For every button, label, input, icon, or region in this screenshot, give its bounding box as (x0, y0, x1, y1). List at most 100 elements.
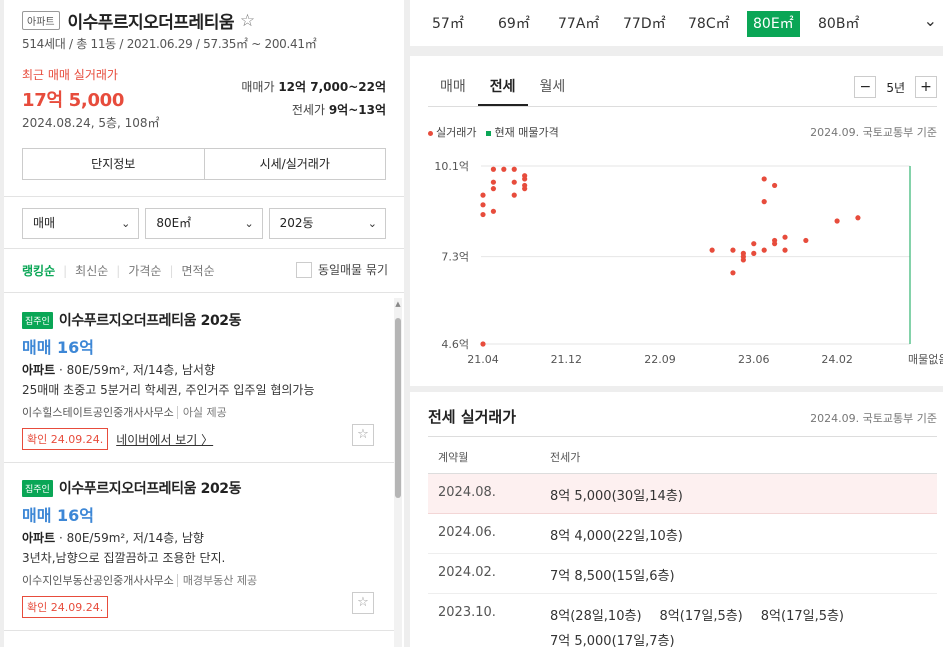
sort-latest[interactable]: 최신순 (75, 262, 108, 279)
listing-price: 매매 16억 (22, 506, 94, 525)
scroll-up-icon[interactable]: ▲ (394, 300, 402, 308)
spec-detail: 80E/59m², 저/14층, 남서향 (66, 363, 216, 377)
data-point (751, 250, 757, 256)
data-point (740, 250, 746, 256)
info-button-group: 단지정보 시세/실거래가 (22, 148, 386, 180)
apartment-name: 이수푸르지오더프레티움 (67, 13, 234, 33)
data-point (730, 270, 736, 276)
sort-divider: | (169, 263, 174, 278)
divider (4, 248, 404, 249)
data-point (709, 247, 715, 253)
chevron-down-icon[interactable]: ⌄ (924, 11, 937, 30)
data-point (480, 341, 486, 347)
agent-name: 이수힐스테이트공인중개사사무소 (22, 406, 174, 419)
period-minus-button[interactable]: − (854, 76, 877, 98)
tab-area-69[interactable]: 69㎡ (498, 11, 530, 37)
jeonse-price-range: 전세가 9억~13억 (292, 101, 386, 118)
data-point (480, 192, 486, 198)
listing-card[interactable]: 집주인 이수푸르지오더프레티움 202동 매매 16억 아파트 · 80E/59… (22, 310, 374, 450)
history-value: 8억 5,000(30일,14층) (550, 489, 683, 504)
data-point (834, 218, 840, 224)
sort-area[interactable]: 면적순 (182, 262, 215, 279)
listing-card[interactable]: 집주인 이수푸르지오더프레티움 202동 매매 16억 아파트 · 80E/59… (22, 478, 374, 618)
tab-monthly[interactable]: 월세 (528, 70, 578, 106)
merge-same-listing-toggle[interactable]: 동일매물 묶기 (295, 261, 388, 278)
history-row: 2024.08. 8억 5,000(30일,14층) (428, 474, 937, 514)
sort-ranking[interactable]: 랭킹순 (22, 262, 55, 279)
chart-legend: 실거래가 현재 매물가격 (428, 124, 559, 140)
merge-checkbox[interactable] (295, 261, 312, 278)
deal-type-select[interactable]: 매매 ⌄ (22, 208, 140, 239)
red-dot-icon (428, 130, 433, 136)
x-tick-label: 24.02 (821, 353, 853, 366)
tab-area-57[interactable]: 57㎡ (432, 11, 464, 37)
market-price-button[interactable]: 시세/실거래가 (203, 149, 386, 179)
col-jeonse-price: 전세가 (550, 451, 581, 464)
legend-actual-label: 실거래가 (436, 126, 477, 139)
history-table-header: 계약월 전세가 (428, 436, 937, 474)
area-select[interactable]: 80E㎡ ⌄ (145, 208, 263, 239)
tab-area-80e[interactable]: 80E㎡ (747, 11, 800, 37)
listing-title[interactable]: 이수푸르지오더프레티움 202동 (59, 478, 242, 498)
card-star-icon[interactable]: ☆ (352, 424, 374, 446)
divider (4, 196, 404, 197)
data-point (782, 234, 788, 240)
sort-options: 랭킹순 | 최신순 | 가격순 | 면적순 (22, 262, 215, 279)
card-star-icon[interactable]: ☆ (352, 592, 374, 614)
merge-label: 동일매물 묶기 (317, 263, 388, 277)
history-values: 7억 8,500(15일,6층) (550, 565, 693, 584)
favorite-star-icon[interactable]: ☆ (240, 11, 255, 31)
history-date: 2024.08. (438, 485, 496, 500)
owner-badge: 집주인 (22, 479, 53, 497)
listing-header: 아파트 이수푸르지오더프레티움 ☆ (22, 8, 404, 33)
recent-sale-date: 2024.08.24, 5층, 108㎡ (22, 116, 160, 130)
tab-area-78c[interactable]: 78C㎡ (688, 11, 730, 37)
property-type-tag: 아파트 (22, 11, 60, 30)
listing-spec: 아파트 · 80E/59m², 저/14층, 남향 (22, 531, 204, 545)
apartment-summary: 514세대 / 총 11동 / 2021.06.29 / 57.35㎡ ~ 20… (22, 37, 317, 51)
building-value: 202동 (279, 216, 314, 230)
history-values: 8억(28일,10층) 8억(17일,5층) 8억(17일,5층) 7억 5,000(… (550, 605, 862, 647)
naver-view-link[interactable]: 네이버에서 보기 〉 (116, 431, 213, 448)
confirm-date-badge: 확인 24.09.24. (22, 596, 109, 618)
history-value: 8억(17일,5층) (760, 609, 845, 624)
chart-source: 2024.09. 국토교통부 기준 (810, 126, 937, 139)
transaction-type-tabs: 매매 전세 월세 (428, 70, 577, 106)
x-tick-label: 21.04 (467, 353, 499, 366)
y-tick-label: 4.6억 (441, 338, 469, 351)
agent-info: 이수지인부동산공인중개사사무소 매경부동산 제공 (22, 572, 374, 588)
period-control: − 5년 + (854, 76, 937, 98)
jeonse-range-value: 9억~13억 (328, 103, 386, 117)
sort-price[interactable]: 가격순 (128, 262, 161, 279)
data-point (855, 215, 861, 221)
listing-scrollbar[interactable]: ▲ (394, 298, 402, 647)
x-tick-label: 23.06 (738, 353, 770, 366)
tab-jeonse[interactable]: 전세 (477, 70, 528, 106)
tab-area-77a[interactable]: 77A㎡ (558, 11, 599, 37)
data-point (522, 182, 528, 189)
period-plus-button[interactable]: + (915, 76, 937, 98)
price-chart-card: 매매 전세 월세 − 5년 + 실거래가 현재 매물가격 2024.09. 국토… (410, 56, 943, 386)
agent-name: 이수지인부동산공인중개사사무소 (22, 574, 174, 587)
data-point (480, 211, 486, 218)
history-date: 2023.10. (438, 605, 496, 620)
agent-info: 이수힐스테이트공인중개사사무소 아실 제공 (22, 404, 374, 420)
listing-title[interactable]: 이수푸르지오더프레티움 202동 (59, 310, 242, 330)
tab-area-80b[interactable]: 80B㎡ (818, 11, 859, 37)
data-point (751, 241, 757, 247)
complex-info-button[interactable]: 단지정보 (23, 149, 204, 179)
building-select[interactable]: 202동 ⌄ (268, 208, 386, 239)
history-title: 전세 실거래가 (428, 408, 517, 426)
scroll-thumb[interactable] (395, 318, 401, 498)
data-point (761, 247, 767, 253)
x-end-label: 매물없음 (908, 353, 943, 366)
tab-area-77d[interactable]: 77D㎡ (623, 11, 666, 37)
listing-spec: 아파트 · 80E/59m², 저/14층, 남서향 (22, 363, 216, 377)
data-point (490, 186, 497, 192)
history-value: 8억(17일,5층) (659, 609, 743, 624)
x-tick-label: 22.09 (644, 353, 676, 366)
jeonse-scatter-chart: 10.1억 7.3억 4.6억 21.04 21.12 22.09 23.06 24.02 매물… (434, 160, 943, 366)
tab-sale[interactable]: 매매 (428, 70, 478, 106)
period-value: 5년 (886, 80, 905, 95)
y-tick-label: 10.1억 (434, 160, 469, 173)
